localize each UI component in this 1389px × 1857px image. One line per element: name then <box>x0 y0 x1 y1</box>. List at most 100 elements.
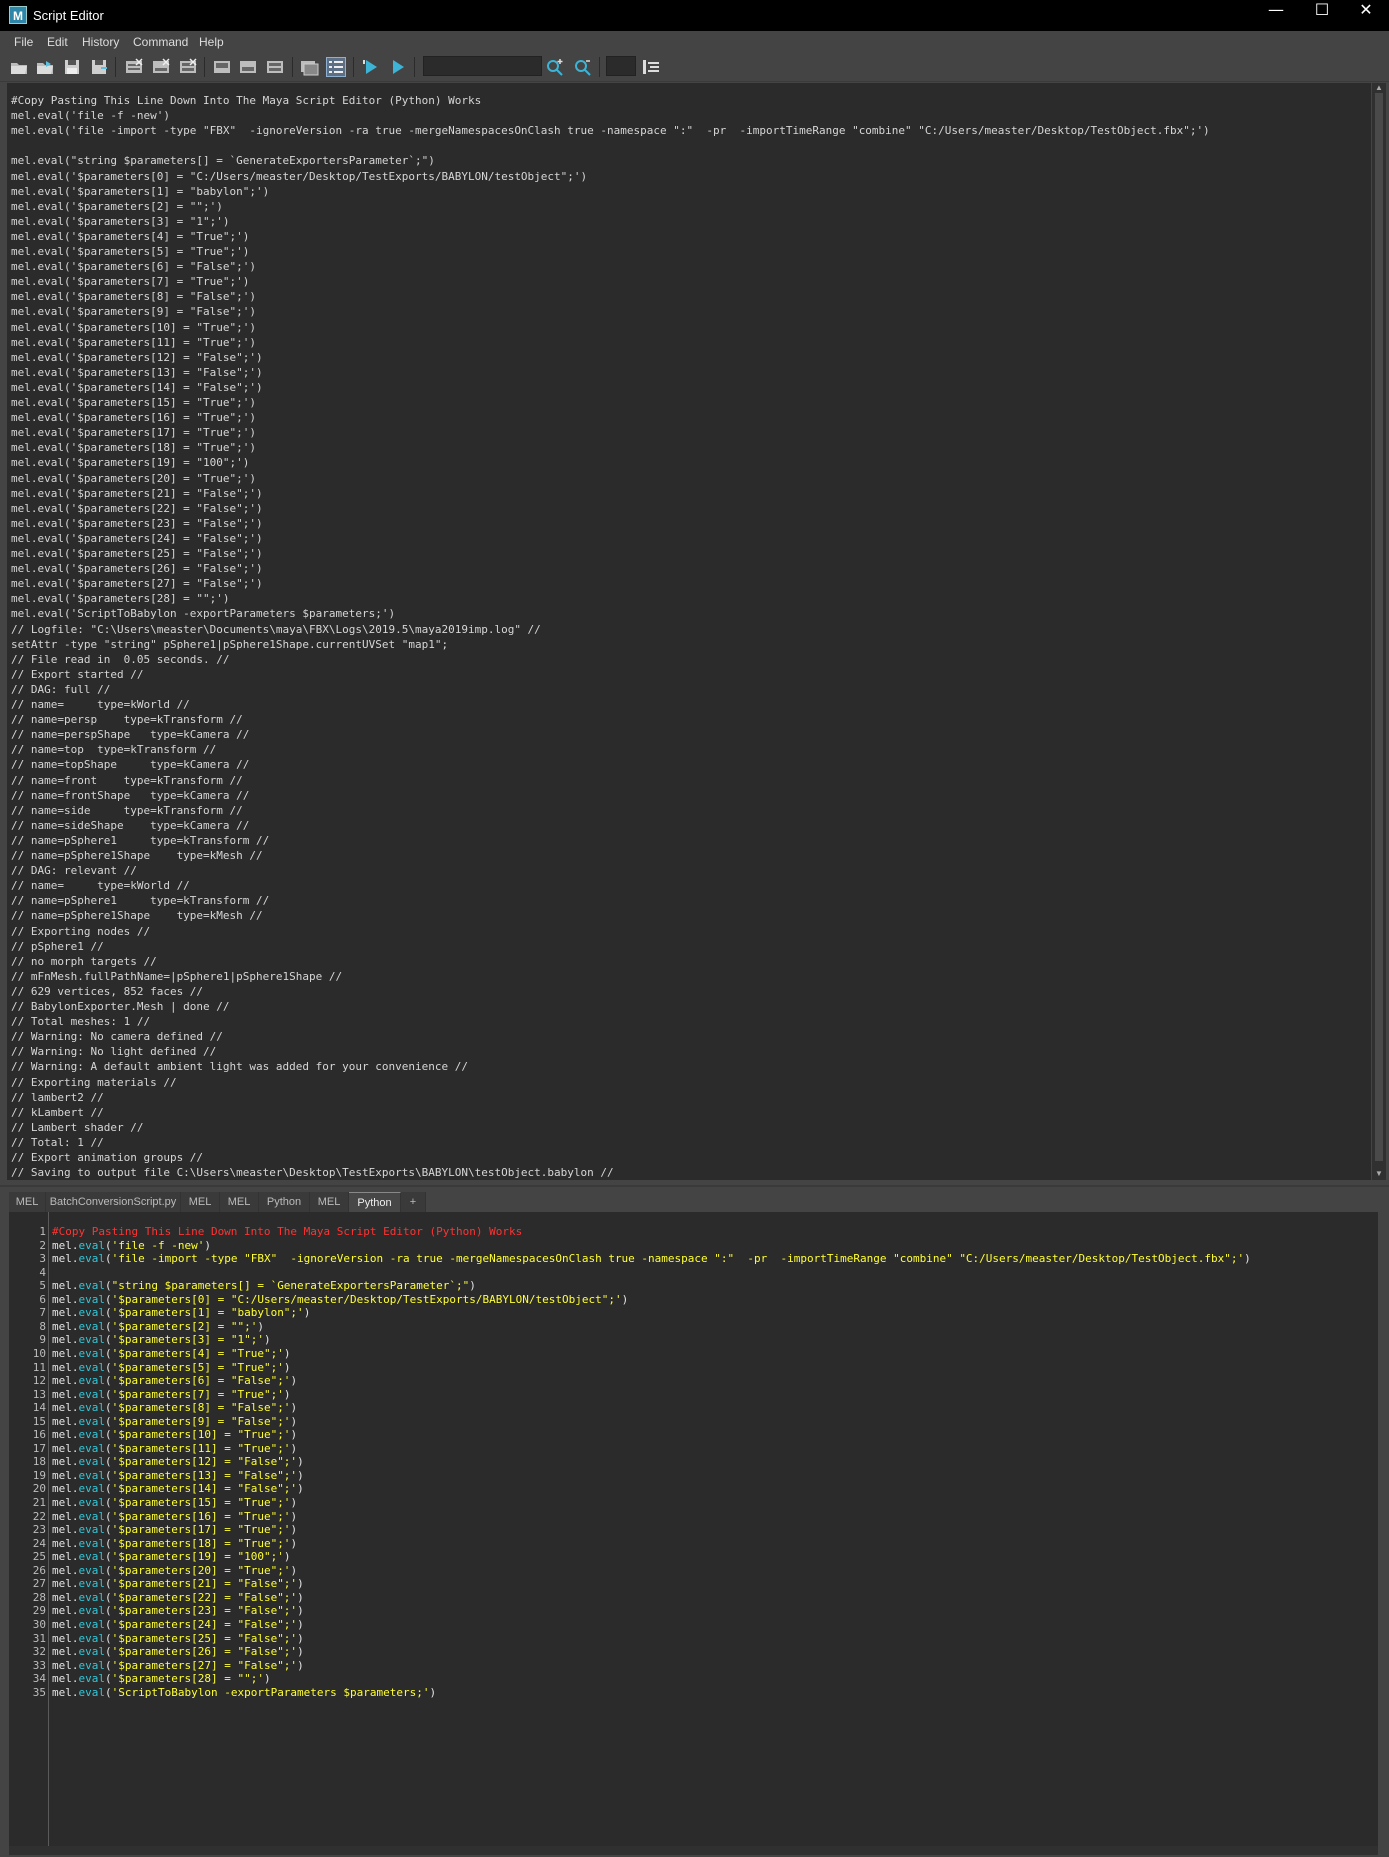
scroll-down-icon[interactable]: ▼ <box>1375 1169 1383 1178</box>
history-scrollbar[interactable]: ▲ ▼ <box>1372 83 1386 1180</box>
clear-history-icon[interactable] <box>124 57 144 77</box>
history-line: mel.eval('$parameters[20] = "True";') <box>11 471 257 485</box>
tab-bar: MEL BatchConversionScript.py MEL MEL Python M… <box>9 1192 1389 1213</box>
save-script-icon[interactable] <box>62 57 82 77</box>
open-script-icon[interactable] <box>9 57 29 77</box>
search-icon[interactable] <box>545 57 565 77</box>
history-line: mel.eval('$parameters[3] = "1";') <box>11 214 230 228</box>
history-line: // name=frontShape type=kCamera // <box>11 788 250 802</box>
tab-mel[interactable]: MEL <box>181 1192 220 1212</box>
tab-mel[interactable]: MEL <box>9 1192 46 1212</box>
script-input-editor[interactable]: 1 2 3 4 5 6 7 8 9 10 11 12 13 14 15 16 17 18 19 20 21 22 23 24 2… <box>9 1212 1378 1846</box>
history-line: #Copy Pasting This Line Down Into The Ma… <box>11 94 482 107</box>
history-line: // Warning: A default ambient light was … <box>11 1060 468 1074</box>
save-to-shelf-icon[interactable] <box>89 57 109 77</box>
history-line: // name= type=kWorld // <box>11 879 190 893</box>
history-line: // name=perspShape type=kCamera // <box>11 728 250 742</box>
history-line: mel.eval('$parameters[17] = "True";') <box>11 426 257 440</box>
history-line: // name=pSphere1Shape type=kMesh // <box>11 909 263 923</box>
source-script-icon[interactable] <box>35 57 55 77</box>
history-line: // Exporting nodes // <box>11 924 151 938</box>
minimize-icon[interactable]: — <box>1253 0 1299 31</box>
history-line: // name=pSphere1 type=kTransform // <box>11 833 270 847</box>
menu-help[interactable]: Help <box>199 35 224 49</box>
history-line: // lambert2 // <box>11 1090 104 1104</box>
history-line: mel.eval('$parameters[18] = "True";') <box>11 441 257 455</box>
history-line: mel.eval('$parameters[25] = "False";') <box>11 547 263 560</box>
history-line: mel.eval('$parameters[15] = "True";') <box>11 396 257 409</box>
history-line: mel.eval('$parameters[13] = "False";') <box>11 365 263 379</box>
editor-scrollbar[interactable] <box>9 1846 1378 1855</box>
history-line: // Logfile: "C:\Users\measter\Documents\… <box>11 622 541 636</box>
execute-icon[interactable] <box>388 57 408 77</box>
history-line: mel.eval('$parameters[22] = "False";') <box>11 501 263 515</box>
history-line: // name=front type=kTransform // <box>11 773 243 787</box>
history-line: mel.eval('$parameters[24] = "False";') <box>11 531 263 545</box>
history-line: mel.eval('$parameters[0] = "C:/Users/mea… <box>11 169 588 183</box>
history-line: // Export animation groups // <box>11 1151 204 1164</box>
menu-edit[interactable]: Edit <box>47 35 68 49</box>
history-line: mel.eval('$parameters[12] = "False";') <box>11 350 263 364</box>
scroll-up-icon[interactable]: ▲ <box>1375 83 1383 92</box>
search-input[interactable] <box>423 56 542 76</box>
history-line: // name=persp type=kTransform // <box>11 713 243 727</box>
history-line: // 629 vertices, 852 faces // <box>11 984 204 998</box>
echo-all-commands-icon[interactable] <box>299 57 319 77</box>
add-tab-button[interactable]: + <box>401 1192 426 1212</box>
history-line: mel.eval('$parameters[23] = "False";') <box>11 516 263 530</box>
history-line: // DAG: full // <box>11 682 111 696</box>
history-line: mel.eval('file -import -type "FBX" -igno… <box>11 124 1210 138</box>
history-line: mel.eval("string $parameters[] = `Genera… <box>11 154 435 168</box>
history-line: mel.eval('$parameters[11] = "True";') <box>11 335 257 349</box>
history-line: mel.eval('$parameters[8] = "False";') <box>11 290 257 304</box>
pane-splitter[interactable] <box>0 1180 1389 1192</box>
history-line: // name=sideShape type=kCamera // <box>11 818 250 832</box>
show-input-icon[interactable] <box>238 57 258 77</box>
window-title: Script Editor <box>33 8 104 23</box>
indent-icon[interactable] <box>641 57 661 77</box>
history-panel[interactable]: #Copy Pasting This Line Down Into The Ma… <box>7 83 1371 1180</box>
history-line: mel.eval('$parameters[6] = "False";') <box>11 260 257 274</box>
history-line: // name=pSphere1 type=kTransform // <box>11 894 270 908</box>
clear-input-icon[interactable] <box>151 57 171 77</box>
history-line: setAttr -type "string" pSphere1|pSphere1… <box>11 637 449 651</box>
history-line: // name= type=kWorld // <box>11 698 190 711</box>
history-line: // name=topShape type=kCamera // <box>11 758 250 772</box>
tab-python[interactable]: Python <box>259 1192 310 1212</box>
history-line: // name=side type=kTransform // <box>11 803 243 817</box>
history-line: mel.eval('$parameters[5] = "True";') <box>11 245 250 258</box>
tab-batchconversionscript-py[interactable]: BatchConversionScript.py <box>46 1192 181 1212</box>
line-number: 35 <box>32 1685 46 1699</box>
scroll-thumb[interactable] <box>1375 93 1383 1161</box>
maya-logo-icon: M <box>9 6 27 24</box>
maximize-icon[interactable]: ☐ <box>1299 0 1345 31</box>
history-line: // name=top type=kTransform // <box>11 743 217 757</box>
show-history-icon[interactable] <box>212 57 232 77</box>
history-line: // Total meshes: 1 // <box>11 1015 151 1029</box>
history-line: // Lambert shader // <box>11 1120 144 1134</box>
history-line: // DAG: relevant // <box>11 864 137 878</box>
code-line: mel.eval('ScriptToBabylon -exportParamet… <box>52 1685 437 1699</box>
history-line: // name=pSphere1Shape type=kMesh // <box>11 849 263 862</box>
menu-command[interactable]: Command <box>133 35 188 49</box>
code-line: mel.eval('file -import -type "FBX" -igno… <box>52 1252 1251 1266</box>
line-numbers-icon[interactable] <box>326 57 346 77</box>
execute-all-icon[interactable] <box>361 57 381 77</box>
show-both-icon[interactable] <box>265 57 285 77</box>
history-line: mel.eval('$parameters[27] = "False";') <box>11 577 263 591</box>
toolbar <box>0 53 1389 82</box>
close-icon[interactable]: ✕ <box>1343 0 1389 31</box>
history-line: // no morph targets // <box>11 954 157 968</box>
search-next-icon[interactable] <box>573 57 593 77</box>
font-size-input[interactable] <box>606 56 636 76</box>
history-line: mel.eval('$parameters[2] = "";') <box>11 199 223 213</box>
history-line: // Warning: No camera defined // <box>11 1030 223 1044</box>
history-line: mel.eval('$parameters[26] = "False";') <box>11 562 263 576</box>
history-line: mel.eval('$parameters[21] = "False";') <box>11 486 263 500</box>
tab-mel[interactable]: MEL <box>220 1192 259 1212</box>
clear-all-icon[interactable] <box>178 57 198 77</box>
menu-history[interactable]: History <box>82 35 119 49</box>
tab-mel[interactable]: MEL <box>310 1192 349 1212</box>
menu-file[interactable]: File <box>14 35 33 49</box>
tab-python[interactable]: Python <box>349 1192 401 1213</box>
